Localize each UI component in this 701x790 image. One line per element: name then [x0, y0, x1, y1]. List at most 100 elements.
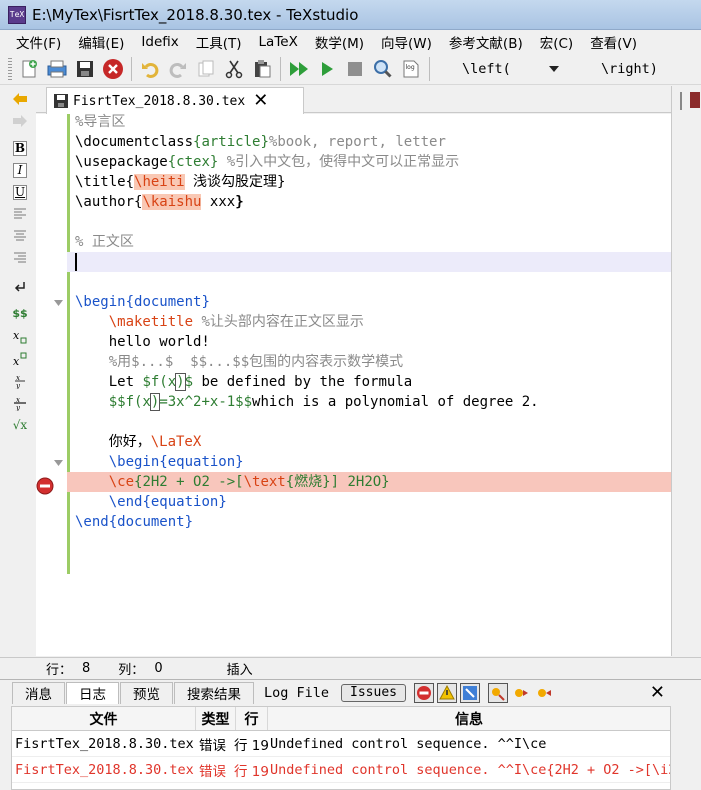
newline-button[interactable] — [11, 278, 29, 296]
code-editor[interactable]: %导言区 \documentclass{article}%book, repor… — [36, 114, 671, 656]
align-center-button[interactable] — [11, 227, 29, 245]
column-header-line[interactable]: 行 — [236, 707, 268, 730]
math-mode-button[interactable]: $$ — [11, 304, 29, 322]
menu-edit[interactable]: 编辑(E) — [78, 32, 124, 52]
row-info: Undefined control sequence. ^^I\ce — [270, 735, 547, 752]
show-warnings-button[interactable] — [437, 682, 457, 703]
paste-button[interactable] — [250, 57, 274, 81]
cut-button[interactable] — [222, 57, 246, 81]
tab-preview[interactable]: 预览 — [120, 681, 173, 704]
editor-gutter — [36, 114, 67, 656]
tab-search-results[interactable]: 搜索结果 — [174, 681, 254, 704]
code-brace: { — [142, 494, 151, 510]
right-delimiter-select[interactable]: \right) — [601, 61, 658, 77]
code-brace: } — [235, 194, 244, 210]
arrow-left-icon — [13, 93, 27, 105]
code-line: Let $f(x)$ be defined by the formula — [75, 372, 671, 392]
align-center-icon — [14, 230, 26, 241]
fold-arrow-icon[interactable] — [54, 460, 63, 466]
italic-button[interactable]: I — [11, 161, 29, 179]
dfrac-button[interactable]: xy — [11, 394, 29, 412]
left-delimiter-select[interactable]: \left( — [462, 61, 547, 77]
redo-button[interactable] — [166, 57, 190, 81]
align-left-button[interactable] — [11, 205, 29, 223]
toolbar-separator — [131, 56, 132, 81]
frac-button[interactable]: xy — [11, 372, 29, 390]
tab-close-icon[interactable]: ✕ — [253, 92, 268, 110]
save-button[interactable] — [73, 57, 97, 81]
column-header-type[interactable]: 类型 — [196, 707, 236, 730]
main-toolbar: log \left( \right) — [0, 53, 701, 85]
show-badboxes-button[interactable] — [460, 682, 480, 703]
menu-latex[interactable]: LaTeX — [259, 34, 298, 50]
code-line: \end{equation} — [75, 492, 671, 512]
menu-file[interactable]: 文件(F) — [16, 32, 61, 52]
magnifier-icon — [374, 59, 392, 78]
superscript-button[interactable]: x — [11, 350, 29, 368]
compile-button[interactable] — [315, 57, 339, 81]
sqrt-button[interactable]: √x — [11, 416, 29, 434]
toolbar-grip[interactable] — [8, 57, 12, 80]
show-errors-button[interactable] — [414, 682, 434, 703]
code-argument: equation — [150, 494, 219, 510]
code-text: Let — [75, 374, 143, 390]
status-row-value: 8 — [82, 660, 91, 676]
stop-compile-button[interactable] — [343, 57, 367, 81]
left-delimiter-dropdown[interactable] — [547, 59, 561, 79]
menu-bibliography[interactable]: 参考文献(B) — [449, 32, 523, 52]
underline-button[interactable]: U — [11, 183, 29, 201]
code-unknown-command: \kaishu — [142, 194, 202, 210]
code-line: hello world! — [75, 332, 671, 352]
forward-arrow-button[interactable] — [11, 112, 29, 130]
view-log-button[interactable]: log — [399, 57, 423, 81]
tab-messages[interactable]: 消息 — [12, 681, 65, 704]
error-marker-icon[interactable] — [36, 477, 54, 495]
code-line: \maketitle %让头部内容在正文区显示 — [75, 312, 671, 332]
align-right-button[interactable] — [11, 249, 29, 267]
undo-button[interactable] — [138, 57, 162, 81]
code-argument: {2H2 + O2 ->[ — [134, 474, 244, 490]
fold-arrow-icon[interactable] — [54, 300, 63, 306]
table-row[interactable]: FisrtTex_2018.8.30.tex 错误 行 19 Undefined… — [12, 731, 670, 757]
underline-label: U — [13, 184, 27, 200]
open-file-button[interactable] — [45, 57, 69, 81]
code-brace: { — [167, 154, 177, 170]
error-filter-icon — [414, 682, 434, 703]
scissors-icon — [225, 60, 243, 78]
back-arrow-button[interactable] — [11, 90, 29, 108]
build-view-button[interactable] — [287, 57, 311, 81]
menu-tools[interactable]: 工具(T) — [196, 32, 242, 52]
menu-idefix[interactable]: Idefix — [141, 34, 178, 50]
menu-macros[interactable]: 宏(C) — [540, 32, 573, 52]
row-file: FisrtTex_2018.8.30.tex — [15, 735, 194, 752]
book-icon[interactable] — [690, 92, 700, 108]
subscript-button[interactable]: x — [11, 328, 29, 346]
menu-view[interactable]: 查看(V) — [590, 32, 637, 52]
code-line: % 正文区 — [75, 232, 671, 252]
previous-issue-button[interactable] — [511, 683, 531, 703]
column-header-file[interactable]: 文件 — [12, 707, 196, 730]
panel-grip[interactable] — [680, 92, 682, 110]
warning-filter-icon — [437, 682, 457, 703]
code-command: \usepackage — [75, 154, 168, 170]
tab-log[interactable]: 日志 — [66, 681, 119, 704]
document-tab[interactable]: FisrtTex_2018.8.30.tex ✕ — [46, 87, 304, 114]
code-text-area[interactable]: %导言区 \documentclass{article}%book, repor… — [75, 114, 671, 656]
bookmark-filter-button[interactable] — [488, 682, 508, 703]
column-header-info[interactable]: 信息 — [268, 707, 670, 730]
menu-wizards[interactable]: 向导(W) — [381, 32, 432, 52]
texstudio-app-icon: TeX — [8, 5, 26, 24]
table-row[interactable]: FisrtTex_2018.8.30.tex 错误 行 19 Undefined… — [12, 757, 670, 783]
log-file-toggle[interactable]: Log File — [264, 685, 329, 701]
menu-math[interactable]: 数学(M) — [315, 32, 364, 52]
view-pdf-button[interactable] — [371, 57, 395, 81]
issues-toggle[interactable]: Issues — [341, 683, 406, 702]
row-file: FisrtTex_2018.8.30.tex — [15, 761, 194, 778]
new-file-button[interactable] — [17, 57, 41, 81]
close-document-button[interactable] — [101, 57, 125, 81]
bold-button[interactable]: B — [11, 139, 29, 157]
copy-button[interactable] — [194, 57, 218, 81]
next-issue-button[interactable] — [534, 683, 554, 703]
status-insert-mode[interactable]: 插入 — [227, 659, 253, 678]
close-panel-icon[interactable]: ✕ — [650, 682, 665, 703]
